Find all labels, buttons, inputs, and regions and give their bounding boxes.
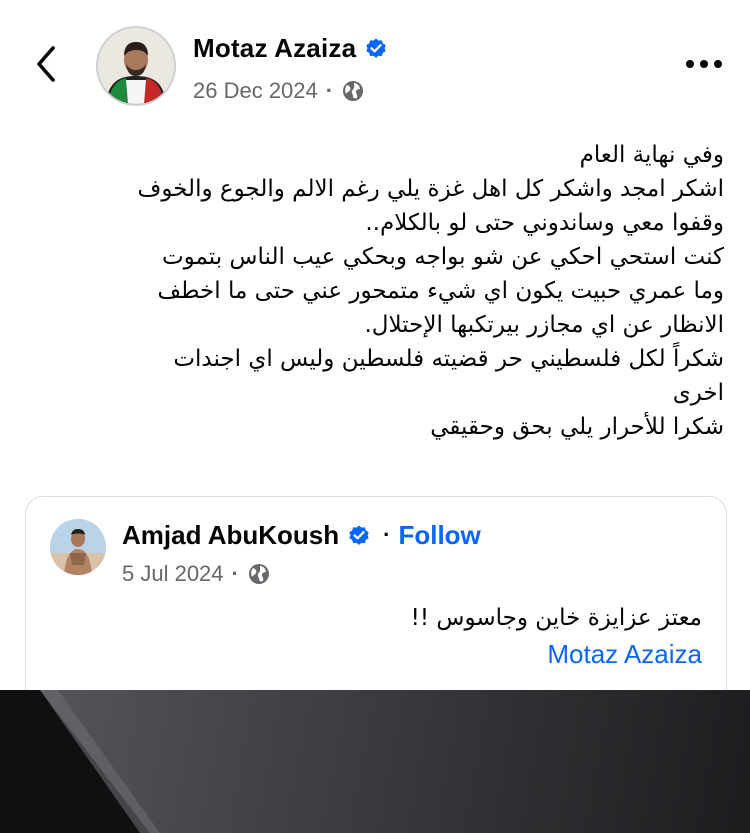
- shared-post-date[interactable]: 5 Jul 2024: [122, 561, 224, 587]
- post-header: Motaz Azaiza 26 Dec 2024 ·: [0, 0, 750, 130]
- post-date[interactable]: 26 Dec 2024: [193, 78, 318, 104]
- shared-post-text: معتز عزايزة خاين وجاسوس !!: [410, 605, 702, 631]
- mention-link[interactable]: Motaz Azaiza: [547, 639, 702, 670]
- post-text-line: كنت استحي احكي عن شو بواجه وبحكي عيب الن…: [161, 244, 724, 270]
- post-text-line: شكراً لكل فلسطيني حر قضيته فلسطين وليس ا…: [173, 346, 724, 372]
- more-options-button[interactable]: [680, 48, 728, 80]
- shared-author-avatar[interactable]: [50, 519, 106, 575]
- post-text-line: وقفوا معي وساندوني حتى لو بالكلام..: [365, 210, 724, 236]
- follow-button[interactable]: Follow: [398, 520, 480, 551]
- author-block: Motaz Azaiza 26 Dec 2024 ·: [193, 30, 388, 106]
- post-screen: Motaz Azaiza 26 Dec 2024 · وفي نهاية الع…: [0, 0, 750, 833]
- post-text-line: اشكر امجد واشكر كل اهل غزة يلي رغم الالم…: [137, 176, 724, 202]
- meta-separator: ·: [231, 561, 239, 586]
- shared-author-block: Amjad AbuKoush · Follow 5 Jul 2024 ·: [122, 517, 481, 589]
- author-name[interactable]: Motaz Azaiza: [193, 33, 356, 64]
- embedded-media-preview: [0, 690, 750, 833]
- post-text-line: شكرا للأحرار يلي بحق وحقيقي: [430, 414, 724, 440]
- post-text-line: الانظار عن اي مجازر بيرتكبها الإحتلال.: [364, 312, 724, 338]
- shared-author-name[interactable]: Amjad AbuKoush: [122, 520, 339, 551]
- globe-icon[interactable]: [247, 562, 271, 586]
- post-text-line: وما عمري حبيت يكون اي شيء متمحور عني حتى…: [157, 278, 724, 304]
- author-avatar[interactable]: [96, 26, 176, 106]
- verified-badge-icon: [347, 523, 371, 547]
- post-text-line: اخرى: [672, 380, 724, 406]
- chevron-left-icon: [37, 46, 55, 82]
- verified-badge-icon: [364, 36, 388, 60]
- follow-separator: ·: [383, 522, 391, 547]
- meta-separator: ·: [325, 78, 334, 103]
- post-body-text: وفي نهاية العام اشكر امجد واشكر كل اهل غ…: [40, 138, 724, 444]
- post-text-line: وفي نهاية العام: [579, 142, 724, 168]
- globe-icon[interactable]: [341, 79, 365, 103]
- back-button[interactable]: [26, 40, 66, 88]
- more-horizontal-icon: [686, 60, 722, 68]
